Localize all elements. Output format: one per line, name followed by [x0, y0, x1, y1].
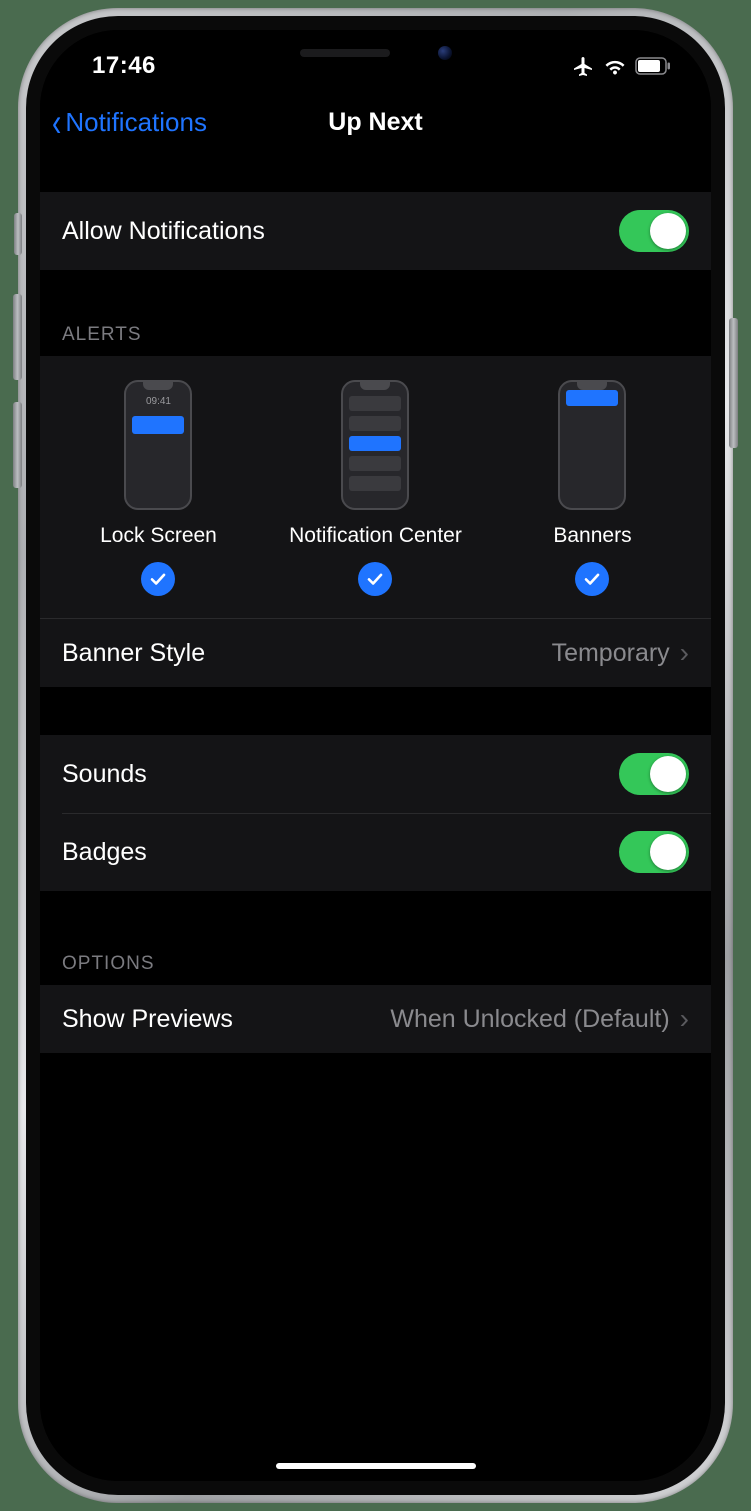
alerts-row: 09:41 Lock Screen	[40, 356, 711, 618]
group-sounds-badges: Sounds Badges	[40, 735, 711, 891]
alert-label-nc: Notification Center	[289, 524, 462, 548]
section-header-options: Options	[40, 939, 711, 985]
alert-option-lock-screen[interactable]: 09:41 Lock Screen	[51, 380, 266, 596]
device-inner: 17:46	[26, 16, 725, 1495]
banner-style-label: Banner Style	[62, 639, 205, 668]
lock-preview-time: 09:41	[126, 396, 190, 407]
allow-notifications-label: Allow Notifications	[62, 217, 265, 246]
alert-option-banners[interactable]: Banners	[485, 380, 700, 596]
show-previews-label: Show Previews	[62, 1005, 233, 1034]
device-frame: 17:46	[18, 8, 733, 1503]
group-options: Show Previews When Unlocked (Default) ›	[40, 985, 711, 1053]
checkmark-icon	[141, 562, 175, 596]
allow-notifications-toggle[interactable]	[619, 210, 689, 252]
home-indicator[interactable]	[276, 1463, 476, 1469]
chevron-right-icon: ›	[680, 637, 689, 669]
lock-screen-preview-icon: 09:41	[124, 380, 192, 510]
banner-style-value: Temporary	[552, 639, 670, 668]
sounds-label: Sounds	[62, 760, 147, 789]
content: Allow Notifications Alerts 09:41	[40, 156, 711, 1053]
row-allow-notifications[interactable]: Allow Notifications	[40, 192, 711, 270]
row-banner-style[interactable]: Banner Style Temporary ›	[40, 618, 711, 687]
sounds-toggle[interactable]	[619, 753, 689, 795]
alert-option-notification-center[interactable]: Notification Center	[268, 380, 483, 596]
show-previews-value: When Unlocked (Default)	[390, 1005, 669, 1034]
chevron-right-icon: ›	[680, 1003, 689, 1035]
volume-down-button[interactable]	[13, 402, 22, 488]
mute-switch[interactable]	[14, 213, 22, 255]
status-time: 17:46	[74, 52, 156, 80]
alert-label-lock: Lock Screen	[100, 524, 217, 548]
page-title: Up Next	[328, 108, 422, 137]
badges-label: Badges	[62, 838, 147, 867]
power-button[interactable]	[729, 318, 738, 448]
screen: 17:46	[40, 30, 711, 1481]
volume-up-button[interactable]	[13, 294, 22, 380]
airplane-mode-icon	[571, 54, 595, 78]
back-button[interactable]: ‹ Notifications	[50, 90, 207, 155]
group-alerts: 09:41 Lock Screen	[40, 356, 711, 687]
status-bar: 17:46	[40, 30, 711, 90]
badges-toggle[interactable]	[619, 831, 689, 873]
battery-icon	[635, 57, 671, 75]
screen-wrap: 17:46	[40, 30, 711, 1481]
group-allow: Allow Notifications	[40, 192, 711, 270]
checkmark-icon	[358, 562, 392, 596]
banner-preview-icon	[558, 380, 626, 510]
checkmark-icon	[575, 562, 609, 596]
row-sounds[interactable]: Sounds	[40, 735, 711, 813]
back-label: Notifications	[65, 107, 207, 138]
section-header-alerts: Alerts	[40, 310, 711, 356]
nav-bar: ‹ Notifications Up Next	[40, 90, 711, 156]
status-right	[571, 54, 677, 78]
wifi-icon	[603, 56, 627, 76]
notification-center-preview-icon	[341, 380, 409, 510]
alert-label-banners: Banners	[553, 524, 631, 548]
row-badges[interactable]: Badges	[40, 813, 711, 891]
row-show-previews[interactable]: Show Previews When Unlocked (Default) ›	[40, 985, 711, 1053]
chevron-left-icon: ‹	[52, 103, 61, 143]
